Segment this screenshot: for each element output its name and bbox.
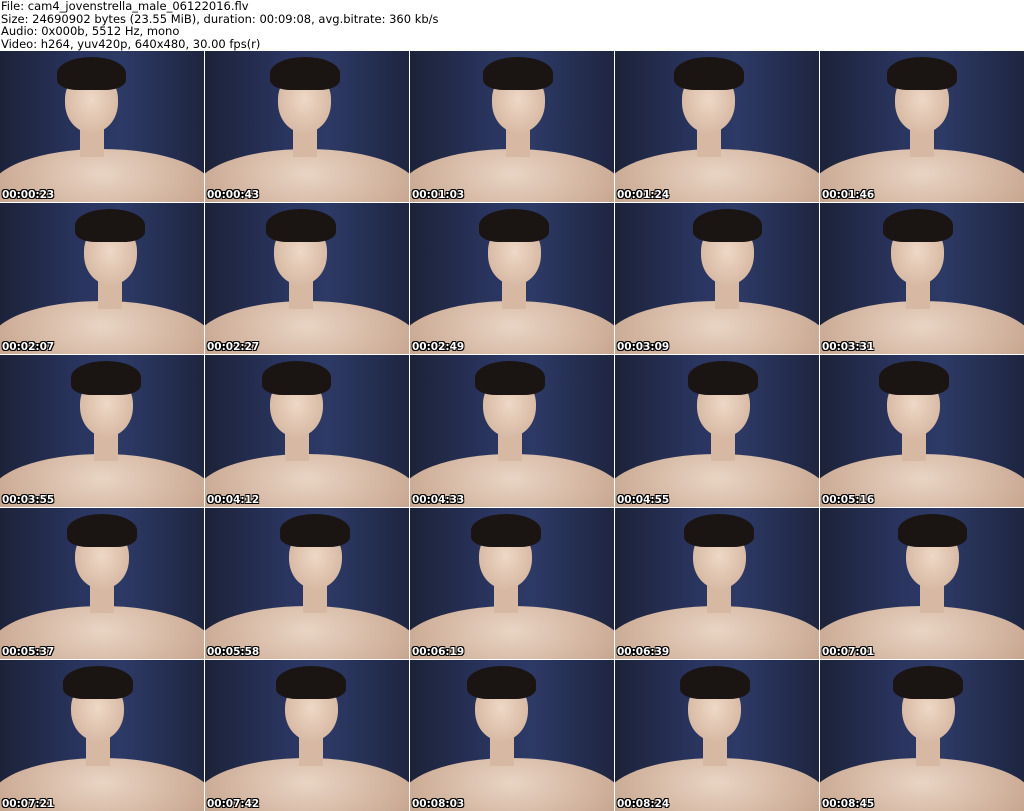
video-thumbnail: 00:03:31 xyxy=(820,203,1024,355)
timestamp-label: 00:04:12 xyxy=(207,493,260,506)
thumbnail-hair xyxy=(67,513,137,547)
video-thumbnail: 00:00:23 xyxy=(0,51,204,203)
thumbnail-hair xyxy=(680,665,750,700)
video-thumbnail: 00:03:09 xyxy=(615,203,819,355)
timestamp-label: 00:03:55 xyxy=(2,493,55,506)
file-name: File: cam4_jovenstrella_male_06122016.fl… xyxy=(1,0,249,13)
thumbnail-hair xyxy=(471,513,541,547)
timestamp-label: 00:03:31 xyxy=(822,341,875,354)
timestamp-label: 00:01:46 xyxy=(822,189,875,202)
timestamp-label: 00:06:39 xyxy=(617,645,670,658)
thumbnail-hair xyxy=(883,209,953,243)
video-thumbnail: 00:04:12 xyxy=(205,355,409,507)
video-thumbnail: 00:04:55 xyxy=(615,355,819,507)
timestamp-label: 00:05:16 xyxy=(822,493,875,506)
video-thumbnail: 00:08:03 xyxy=(410,659,614,811)
thumbnail-hair xyxy=(893,665,963,700)
thumbnail-hair xyxy=(692,209,762,243)
audio-info: Audio: 0x000b, 5512 Hz, mono xyxy=(1,24,180,38)
thumbnail-hair xyxy=(63,665,133,700)
thumbnail-hair xyxy=(674,57,744,91)
video-thumbnail: 00:01:46 xyxy=(820,51,1024,203)
thumbnail-hair xyxy=(280,513,350,547)
timestamp-label: 00:08:03 xyxy=(412,797,465,810)
thumbnail-hair xyxy=(483,57,553,91)
video-thumbnail: 00:01:03 xyxy=(410,51,614,203)
video-thumbnail: 00:02:49 xyxy=(410,203,614,355)
video-thumbnail: 00:08:45 xyxy=(820,659,1024,811)
thumbnail-hair xyxy=(75,209,145,243)
video-thumbnail: 00:06:39 xyxy=(615,507,819,659)
video-thumbnail: 00:05:37 xyxy=(0,507,204,659)
timestamp-label: 00:05:37 xyxy=(2,645,55,658)
video-thumbnail: 00:01:24 xyxy=(615,51,819,203)
timestamp-label: 00:04:33 xyxy=(412,493,465,506)
video-thumbnail: 00:02:07 xyxy=(0,203,204,355)
thumbnail-hair xyxy=(262,361,332,395)
thumbnail-hair xyxy=(57,57,127,91)
timestamp-label: 00:00:43 xyxy=(207,189,260,202)
video-thumbnail: 00:07:42 xyxy=(205,659,409,811)
video-thumbnail: 00:02:27 xyxy=(205,203,409,355)
thumbnail-hair xyxy=(688,361,758,395)
thumbnail-hair xyxy=(475,361,545,395)
thumbnail-hair xyxy=(887,57,957,91)
timestamp-label: 00:01:03 xyxy=(412,189,465,202)
thumbnail-grid: 00:00:23 00:00:43 00:01:03 00:01:24 00:01:46… xyxy=(0,51,1024,811)
timestamp-label: 00:02:49 xyxy=(412,341,465,354)
video-thumbnail: 00:03:55 xyxy=(0,355,204,507)
thumbnail-hair xyxy=(266,209,336,243)
video-thumbnail: 00:07:01 xyxy=(820,507,1024,659)
video-thumbnail: 00:07:21 xyxy=(0,659,204,811)
timestamp-label: 00:02:27 xyxy=(207,341,260,354)
file-info-header: File: cam4_jovenstrella_male_06122016.fl… xyxy=(1,0,439,50)
thumbnail-hair xyxy=(684,513,754,547)
timestamp-label: 00:08:45 xyxy=(822,797,875,810)
timestamp-label: 00:02:07 xyxy=(2,341,55,354)
video-thumbnail: 00:00:43 xyxy=(205,51,409,203)
thumbnail-hair xyxy=(270,57,340,91)
thumbnail-hair xyxy=(879,361,949,395)
video-thumbnail: 00:06:19 xyxy=(410,507,614,659)
video-thumbnail: 00:05:58 xyxy=(205,507,409,659)
timestamp-label: 00:07:21 xyxy=(2,797,55,810)
timestamp-label: 00:01:24 xyxy=(617,189,670,202)
video-info: Video: h264, yuv420p, 640x480, 30.00 fps… xyxy=(1,36,261,51)
video-thumbnail: 00:04:33 xyxy=(410,355,614,507)
timestamp-label: 00:00:23 xyxy=(2,189,55,202)
timestamp-label: 00:06:19 xyxy=(412,645,465,658)
timestamp-label: 00:07:01 xyxy=(822,645,875,658)
video-thumbnail: 00:08:24 xyxy=(615,659,819,811)
thumbnail-hair xyxy=(479,209,549,243)
timestamp-label: 00:08:24 xyxy=(617,797,670,810)
thumbnail-hair xyxy=(71,361,141,395)
thumbnail-hair xyxy=(276,665,346,700)
video-thumbnail: 00:05:16 xyxy=(820,355,1024,507)
timestamp-label: 00:04:55 xyxy=(617,493,670,506)
timestamp-label: 00:03:09 xyxy=(617,341,670,354)
timestamp-label: 00:05:58 xyxy=(207,645,260,658)
timestamp-label: 00:07:42 xyxy=(207,797,260,810)
thumbnail-hair xyxy=(467,665,537,700)
thumbnail-hair xyxy=(897,513,967,547)
